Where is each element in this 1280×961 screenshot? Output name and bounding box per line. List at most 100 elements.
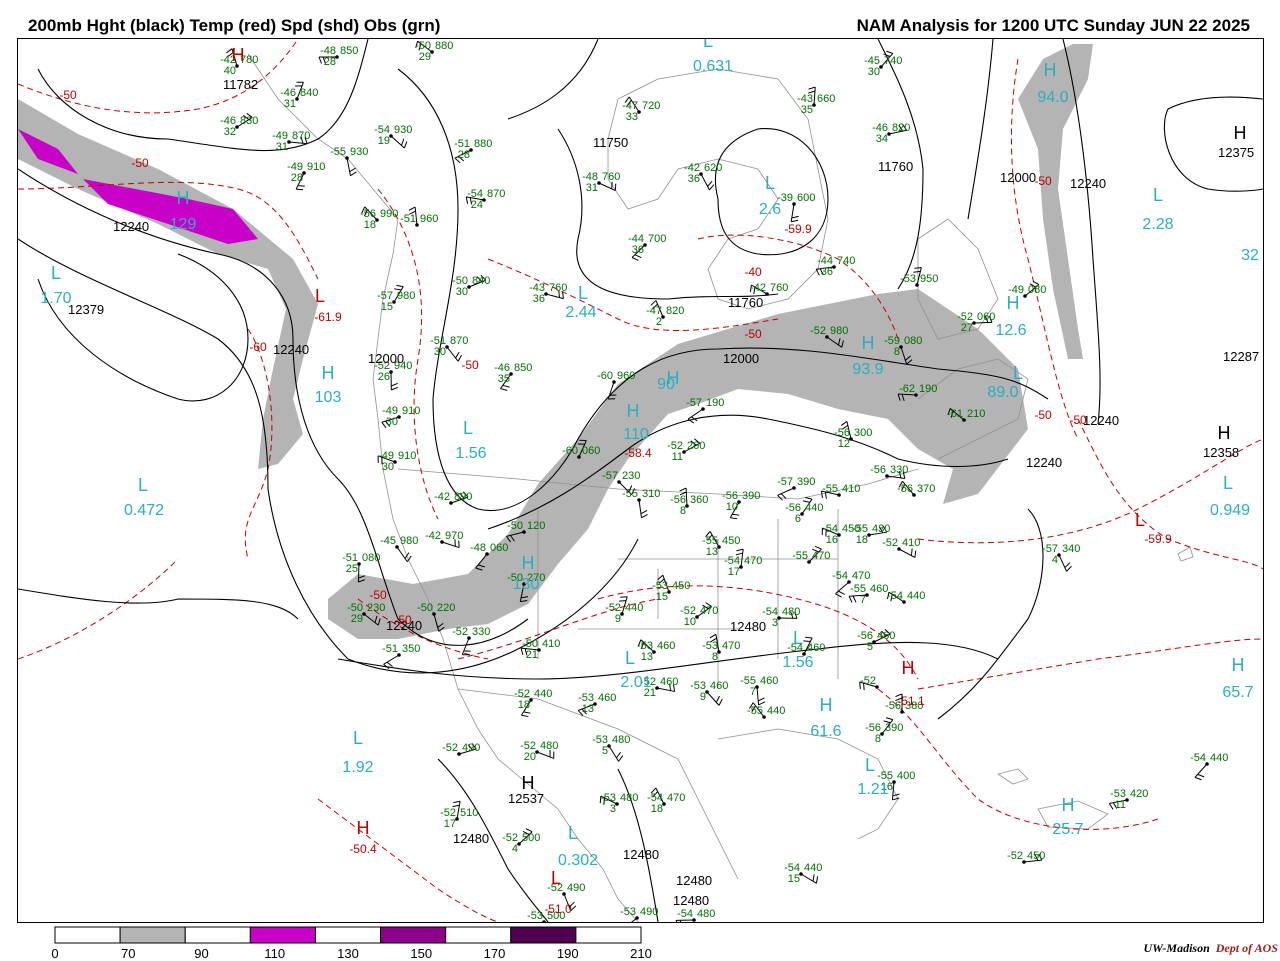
station-dot [661,315,665,319]
station-obs: -573404 [1042,543,1080,566]
station-dot [682,450,686,454]
station-dot [880,732,884,736]
obs-height: 760 [549,282,567,294]
station-dot [912,493,916,497]
station-obs: -56330 [870,464,908,478]
obs-dewpoint: 31 [586,182,598,194]
obs-height: 440 [534,688,552,700]
station-dot [617,480,621,484]
obs-height: 450 [1027,850,1045,862]
station-dot [872,640,876,644]
obs-dewpoint: 10 [726,501,738,513]
obs-height: 870 [450,335,468,347]
station-obs: -5108025 [342,552,380,575]
high-center: H [522,773,535,793]
legend-tick: 90 [194,946,208,961]
obs-height: 210 [967,408,985,420]
legend-tick: 170 [484,946,506,961]
obs-dewpoint: 18 [651,803,663,815]
station-dot [544,292,548,296]
height-label: 12480 [676,873,712,888]
temp-label: -40 [744,265,762,279]
temp-label: -50 [461,358,479,372]
station-obs: -52 [860,675,879,689]
high-center: H [1062,795,1075,815]
legend-tick: 0 [51,946,58,961]
high-center: H [902,658,915,678]
obs-dewpoint: 20 [524,751,536,763]
station-obs: -4772033 [622,100,660,123]
obs-temp: -54 [832,570,848,582]
obs-height: 410 [842,483,860,495]
temp-label: -50 [1034,174,1052,188]
obs-height: 490 [640,906,658,918]
station-dot [652,650,656,654]
obs-height: 360 [690,494,708,506]
station-obs: -52450 [1007,850,1045,864]
station-obs: -42970 [425,530,463,544]
obs-dewpoint: 28 [324,56,336,68]
obs-temp: -50 [417,602,433,614]
station-obs: -4991028 [287,161,325,184]
station-dot [432,612,436,616]
obs-dewpoint: 34 [876,133,888,145]
center-value: 90 [657,376,675,393]
station-dot [662,802,666,806]
obs-height: 260 [687,440,705,452]
station-obs: -5639010 [722,490,760,513]
obs-height: 760 [602,171,620,183]
obs-dewpoint: 31 [284,98,296,110]
legend-swatch [185,927,250,943]
obs-temp: -60 [597,370,613,382]
obs-dewpoint: 2 [656,316,662,328]
station-dot [800,512,804,516]
station-dot [562,892,566,896]
station-dot [392,300,396,304]
obs-temp: -42 [750,282,766,294]
obs-height: 960 [420,213,438,225]
obs-dewpoint: 19 [378,135,390,147]
station-dot [482,198,486,202]
station-obs: -45980 [380,535,418,549]
station-dot [885,474,889,478]
obs-dewpoint: 30 [382,461,394,473]
obs-temp: -54 [1190,752,1206,764]
station-dot [302,171,306,175]
station-dot [792,202,796,206]
obs-height: 390 [742,490,760,502]
obs-height: 870 [292,130,310,142]
station-obs: -55930 [330,146,368,160]
height-label: 12287 [1223,349,1259,364]
obs-height: 740 [884,55,902,67]
height-label: 12537 [508,791,544,806]
obs-height: 390 [885,722,903,734]
station-dot [440,540,444,544]
obs-temp: -45 [380,535,396,547]
obs-height: 840 [300,87,318,99]
center-value: 129 [170,216,197,233]
obs-temp: -50 [507,520,523,532]
obs-height: 060 [490,542,508,554]
station-obs: -51960 [400,213,438,227]
obs-height: 350 [402,643,420,655]
obs-height: 480 [697,908,715,920]
station-obs: -53490 [620,906,658,920]
obs-dewpoint: 5 [602,745,608,757]
obs-height: 460 [877,630,895,642]
obs-dewpoint: 13 [582,703,594,715]
station-obs: -4685035 [494,362,532,385]
temp-label: -59.9 [1144,532,1172,546]
wind-speed-shading [18,44,1093,639]
obs-height: 440 [767,705,785,717]
low-center: L [625,648,635,668]
obs-height: 470 [852,570,870,582]
station-dot [637,498,641,502]
station-obs: -478202 [646,305,684,328]
obs-temp: -52 [860,675,876,687]
center-value: 2.6 [759,201,781,218]
station-dot [457,752,461,756]
high-center: H [232,45,245,65]
station-obs: -52330 [452,626,490,640]
station-obs: -544803 [762,606,800,629]
station-obs: -5088029 [415,40,453,63]
